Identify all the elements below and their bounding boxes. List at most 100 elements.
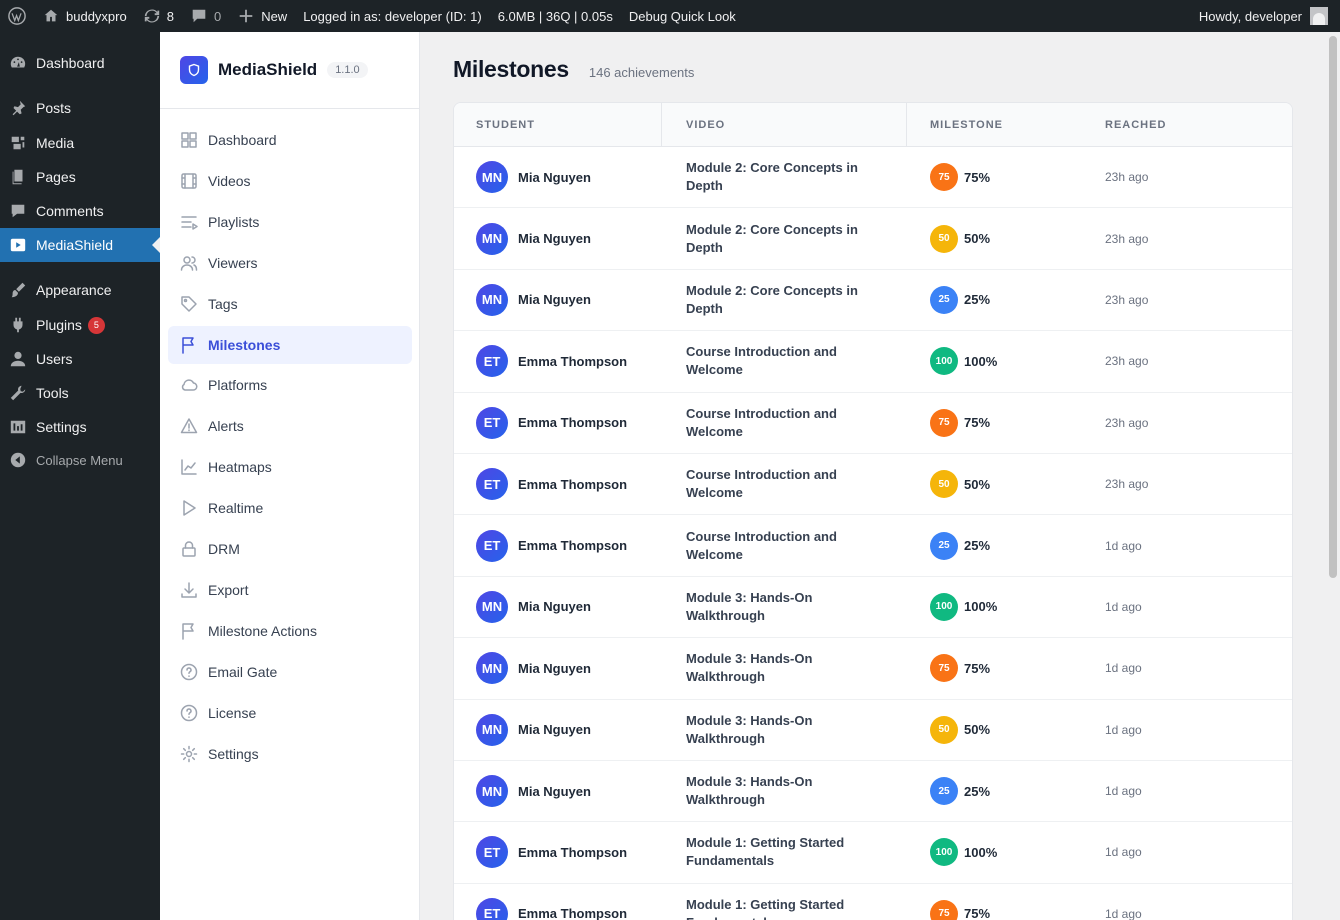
sidebar-item-viewers[interactable]: Viewers (168, 244, 412, 282)
perf-info[interactable]: 6.0MB | 36Q | 0.05s (490, 0, 621, 32)
table-row[interactable]: MN Mia Nguyen Module 2: Core Concepts in D… (454, 147, 1292, 209)
milestone-badge: 25 (930, 285, 958, 314)
video-cell: Module 3: Hands-On Walkthrough (686, 638, 886, 698)
sidebar-item-tags[interactable]: Tags (168, 285, 412, 323)
menu-item-mediashield[interactable]: MediaShield (0, 228, 160, 262)
student-name[interactable]: Emma Thompson (518, 415, 627, 430)
sidebar-item-platforms[interactable]: Platforms (168, 366, 412, 404)
table-row[interactable]: MN Mia Nguyen Module 3: Hands-On Walkthrou… (454, 761, 1292, 823)
table-row[interactable]: ET Emma Thompson Module 1: Getting Started… (454, 884, 1292, 920)
sidebar-item-heatmaps[interactable]: Heatmaps (168, 448, 412, 486)
column-header-student[interactable]: STUDENT (476, 103, 535, 147)
milestone-cell: 100 100% (930, 822, 997, 882)
table-row[interactable]: ET Emma Thompson Course Introduction and W… (454, 515, 1292, 577)
sidebar-item-milestones[interactable]: Milestones (168, 325, 412, 364)
table-row[interactable]: MN Mia Nguyen Module 2: Core Concepts in D… (454, 270, 1292, 332)
student-name[interactable]: Mia Nguyen (518, 292, 591, 307)
video-title[interactable]: Module 2: Core Concepts in Depth (686, 159, 886, 195)
tag-icon (180, 295, 198, 313)
table-row[interactable]: ET Emma Thompson Course Introduction and W… (454, 454, 1292, 516)
menu-item-pages[interactable]: Pages (0, 160, 160, 194)
site-name: buddyxpro (66, 8, 127, 24)
column-header-reached[interactable]: REACHED (1105, 103, 1166, 147)
video-title[interactable]: Course Introduction and Welcome (686, 466, 886, 502)
menu-item-dashboard[interactable]: Dashboard (0, 46, 160, 80)
student-avatar: ET (476, 836, 508, 869)
sidebar-item-realtime[interactable]: Realtime (168, 489, 412, 527)
student-name[interactable]: Emma Thompson (518, 354, 627, 369)
sidebar-item-email-gate[interactable]: Email Gate (168, 653, 412, 691)
reached-cell: 1d ago (1105, 884, 1142, 920)
video-title[interactable]: Module 2: Core Concepts in Depth (686, 282, 886, 318)
video-title[interactable]: Course Introduction and Welcome (686, 343, 886, 379)
refresh-icon (143, 7, 161, 25)
logged-in-info[interactable]: Logged in as: developer (ID: 1) (295, 0, 490, 32)
video-title[interactable]: Module 3: Hands-On Walkthrough (686, 650, 886, 686)
table-row[interactable]: ET Emma Thompson Course Introduction and W… (454, 331, 1292, 393)
shield-logo-icon (180, 56, 208, 84)
my-account[interactable]: Howdy, developer (1199, 7, 1340, 25)
video-title[interactable]: Module 1: Getting Started Fundamentals (686, 896, 886, 920)
menu-item-posts[interactable]: Posts (0, 91, 160, 125)
student-name[interactable]: Mia Nguyen (518, 722, 591, 737)
student-name[interactable]: Mia Nguyen (518, 599, 591, 614)
updates-link[interactable]: 8 (135, 0, 182, 32)
home-icon (42, 7, 60, 25)
milestone-cell: 50 50% (930, 208, 990, 268)
student-name[interactable]: Mia Nguyen (518, 170, 591, 185)
plus-icon (237, 7, 255, 25)
menu-item-collapse-menu[interactable]: Collapse Menu (0, 443, 160, 477)
student-name[interactable]: Mia Nguyen (518, 231, 591, 246)
milestone-badge: 75 (930, 899, 958, 920)
sidebar-item-drm[interactable]: DRM (168, 530, 412, 568)
menu-item-settings[interactable]: Settings (0, 410, 160, 444)
sidebar-item-videos[interactable]: Videos (168, 162, 412, 200)
scrollbar-thumb[interactable] (1329, 36, 1337, 578)
menu-item-appearance[interactable]: Appearance (0, 273, 160, 307)
sidebar-item-dashboard[interactable]: Dashboard (168, 121, 412, 159)
site-name-link[interactable]: buddyxpro (34, 0, 135, 32)
milestone-cell: 25 25% (930, 515, 990, 575)
sidebar-item-alerts[interactable]: Alerts (168, 407, 412, 445)
student-name[interactable]: Emma Thompson (518, 477, 627, 492)
wordpress-logo-button[interactable] (0, 0, 34, 32)
video-title[interactable]: Module 3: Hands-On Walkthrough (686, 712, 886, 748)
comments-link[interactable]: 0 (182, 0, 229, 32)
reached-cell: 23h ago (1105, 454, 1148, 514)
menu-item-plugins[interactable]: Plugins 5 (0, 308, 160, 342)
sidebar-item-label: Platforms (208, 377, 268, 394)
table-row[interactable]: ET Emma Thompson Course Introduction and W… (454, 393, 1292, 454)
video-title[interactable]: Module 1: Getting Started Fundamentals (686, 834, 886, 870)
debug-quick-look[interactable]: Debug Quick Look (621, 0, 744, 32)
table-row[interactable]: ET Emma Thompson Module 1: Getting Started… (454, 822, 1292, 884)
sidebar-item-export[interactable]: Export (168, 571, 412, 609)
student-name[interactable]: Emma Thompson (518, 845, 627, 860)
video-title[interactable]: Module 3: Hands-On Walkthrough (686, 589, 886, 625)
menu-item-users[interactable]: Users (0, 342, 160, 376)
table-row[interactable]: MN Mia Nguyen Module 2: Core Concepts in D… (454, 208, 1292, 270)
video-title[interactable]: Module 3: Hands-On Walkthrough (686, 773, 886, 809)
sidebar-item-label: Email Gate (208, 663, 278, 680)
table-row[interactable]: MN Mia Nguyen Module 3: Hands-On Walkthrou… (454, 577, 1292, 639)
menu-item-comments[interactable]: Comments (0, 194, 160, 228)
video-title[interactable]: Course Introduction and Welcome (686, 528, 886, 564)
download-icon (180, 581, 198, 599)
menu-item-media[interactable]: Media (0, 126, 160, 160)
sidebar-item-playlists[interactable]: Playlists (168, 203, 412, 241)
student-name[interactable]: Emma Thompson (518, 538, 627, 553)
menu-item-tools[interactable]: Tools (0, 376, 160, 410)
table-row[interactable]: MN Mia Nguyen Module 3: Hands-On Walkthrou… (454, 638, 1292, 700)
student-name[interactable]: Mia Nguyen (518, 784, 591, 799)
video-title[interactable]: Module 2: Core Concepts in Depth (686, 221, 886, 257)
column-header-milestone[interactable]: MILESTONE (930, 103, 1003, 147)
page-scrollbar[interactable] (1326, 32, 1340, 920)
sidebar-item-milestone-actions[interactable]: Milestone Actions (168, 612, 412, 650)
sidebar-item-license[interactable]: License (168, 694, 412, 732)
student-name[interactable]: Emma Thompson (518, 906, 627, 920)
table-row[interactable]: MN Mia Nguyen Module 3: Hands-On Walkthrou… (454, 700, 1292, 761)
new-content-link[interactable]: New (229, 0, 295, 32)
video-title[interactable]: Course Introduction and Welcome (686, 405, 886, 441)
sidebar-item-settings[interactable]: Settings (168, 735, 412, 773)
column-header-video[interactable]: VIDEO (686, 103, 725, 147)
student-name[interactable]: Mia Nguyen (518, 661, 591, 676)
